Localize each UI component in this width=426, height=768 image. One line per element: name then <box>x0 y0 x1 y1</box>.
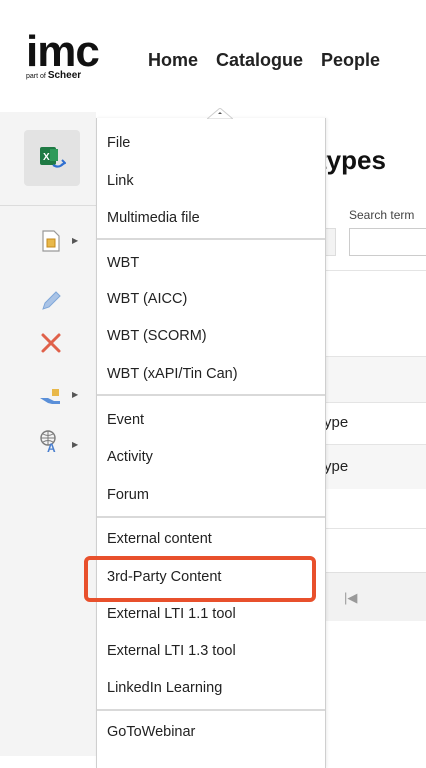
nav-home[interactable]: Home <box>148 50 198 71</box>
menu-divider <box>97 238 325 240</box>
hand-share-icon <box>40 389 60 404</box>
logo-subtitle: part of Scheer <box>26 70 82 81</box>
chevron-right-icon: ▶ <box>72 440 79 449</box>
excel-export-icon: X <box>40 147 66 168</box>
imc-logo[interactable]: imc part of Scheer <box>26 30 116 90</box>
share-button[interactable] <box>36 384 66 410</box>
new-object-dropdown: File Link Multimedia file WBT WBT (AICC)… <box>96 108 326 768</box>
nav-people[interactable]: People <box>321 50 380 71</box>
menu-item-wbt-aicc[interactable]: WBT (AICC) <box>107 291 187 307</box>
delete-button[interactable] <box>36 330 66 356</box>
menu-item-wbt-scorm[interactable]: WBT (SCORM) <box>107 328 207 344</box>
menu-item-multimedia-file[interactable]: Multimedia file <box>107 210 200 226</box>
menu-item-external-content[interactable]: External content <box>107 531 212 547</box>
menu-item-file[interactable]: File <box>107 135 130 151</box>
menu-item-external-lti-11[interactable]: External LTI 1.1 tool <box>107 606 236 622</box>
main-nav: Home Catalogue People <box>148 50 398 71</box>
new-object-button[interactable] <box>36 228 66 254</box>
delete-x-icon <box>41 333 61 353</box>
chevron-right-icon: ▶ <box>72 390 79 399</box>
table-row <box>324 270 426 317</box>
translate-icon: A <box>40 430 56 454</box>
menu-divider <box>97 394 325 396</box>
menu-item-gotowebinar[interactable]: GoToWebinar <box>107 724 195 740</box>
nav-catalogue[interactable]: Catalogue <box>216 50 303 71</box>
highlight-box <box>84 556 316 602</box>
svg-text:X: X <box>43 152 50 163</box>
menu-item-forum[interactable]: Forum <box>107 487 149 503</box>
pencil-icon <box>42 291 61 310</box>
app-header: imc part of Scheer Home Catalogue People <box>0 0 426 112</box>
menu-item-wbt-xapi[interactable]: WBT (xAPI/Tin Can) <box>107 366 238 382</box>
logo-text: imc <box>26 27 100 76</box>
menu-item-linkedin-learning[interactable]: LinkedIn Learning <box>107 680 222 696</box>
translate-button[interactable]: A <box>36 428 66 454</box>
chevron-right-icon: ▶ <box>72 236 79 245</box>
first-page-button[interactable]: |◀ <box>344 590 357 606</box>
pager <box>324 572 426 621</box>
menu-divider <box>97 709 325 711</box>
table-cell: ype <box>324 458 349 475</box>
table-row <box>324 356 426 403</box>
search-label: Search term <box>349 208 415 222</box>
edit-button[interactable] <box>36 288 66 314</box>
menu-item-link[interactable]: Link <box>107 173 134 189</box>
rail-divider <box>0 205 96 206</box>
table-row <box>324 528 426 573</box>
search-input[interactable] <box>349 228 426 256</box>
new-object-icon <box>42 230 60 252</box>
svg-text:A: A <box>47 441 56 454</box>
caret-up-icon <box>207 108 233 119</box>
menu-item-wbt[interactable]: WBT <box>107 255 139 271</box>
menu-item-activity[interactable]: Activity <box>107 449 153 465</box>
menu-divider <box>97 516 325 518</box>
menu-item-event[interactable]: Event <box>107 412 144 428</box>
excel-export-button[interactable]: X <box>24 130 80 186</box>
page-title: types <box>318 145 386 175</box>
table-cell: ype <box>324 414 349 431</box>
menu-item-external-lti-13[interactable]: External LTI 1.3 tool <box>107 643 236 659</box>
